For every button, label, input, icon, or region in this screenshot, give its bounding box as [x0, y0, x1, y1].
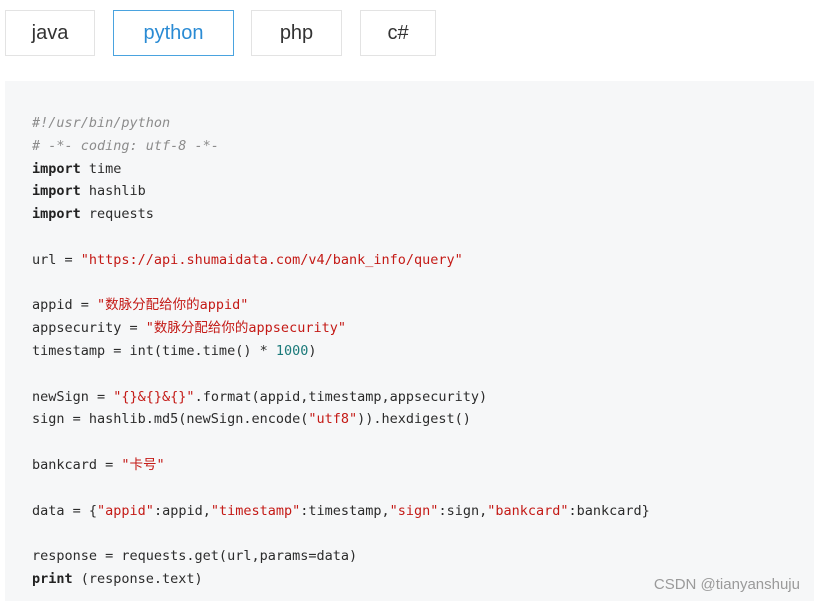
tab-csharp[interactable]: c#: [360, 10, 436, 56]
data-key-timestamp: "timestamp": [210, 502, 301, 519]
code-line: # -*- coding: utf-8 -*-: [32, 135, 650, 158]
newsign-format-string: "{}&{}&{}": [113, 388, 195, 405]
data-value-bankcard: :bankcard}: [568, 502, 650, 519]
sign-encoding-string: "utf8": [308, 411, 358, 428]
module-time: time: [80, 160, 122, 177]
appid-string: "数脉分配给你的appid": [97, 297, 249, 314]
appsecurity-string: "数脉分配给你的appsecurity": [145, 320, 346, 337]
data-key-sign: "sign": [389, 502, 439, 519]
sign-assign: sign = hashlib.md5(newSign.encode(: [32, 411, 309, 428]
keyword-import: import: [32, 183, 81, 200]
newsign-format-call: .format(appid,timestamp,appsecurity): [194, 388, 488, 405]
data-key-appid: "appid": [97, 502, 154, 519]
comment-coding: # -*- coding: utf-8 -*-: [32, 137, 219, 154]
code-line: response = requests.get(url,params=data): [32, 545, 650, 568]
watermark: CSDN @tianyanshuju: [653, 576, 800, 593]
data-value-timestamp: :timestamp,: [300, 502, 390, 519]
comment-shebang: #!/usr/bin/python: [32, 115, 171, 131]
code-line: data = {"appid":appid,"timestamp":timest…: [32, 500, 650, 523]
response-line: response = requests.get(url,params=data): [32, 548, 358, 565]
url-string: "https://api.shumaidata.com/v4/bank_info…: [80, 251, 463, 268]
print-arg: (response.text): [72, 570, 203, 587]
code-block: #!/usr/bin/python # -*- coding: utf-8 -*-…: [32, 112, 650, 591]
code-line: import requests: [32, 203, 650, 226]
timestamp-number: 1000: [275, 342, 309, 359]
code-line: import time: [32, 158, 650, 181]
code-line: print (response.text): [32, 568, 650, 591]
code-line: sign = hashlib.md5(newSign.encode("utf8"…: [32, 408, 650, 431]
code-line: appid = "数脉分配给你的appid": [32, 294, 650, 317]
keyword-import: import: [32, 206, 81, 223]
tab-java[interactable]: java: [5, 10, 95, 56]
timestamp-close: ): [308, 342, 317, 359]
appid-assign: appid =: [32, 297, 98, 314]
keyword-print: print: [32, 570, 73, 587]
code-line: timestamp = int(time.time() * 1000): [32, 340, 650, 363]
timestamp-assign: timestamp = int(time.time() *: [32, 342, 276, 359]
code-line: appsecurity = "数脉分配给你的appsecurity": [32, 317, 650, 340]
bankcard-assign: bankcard =: [32, 456, 122, 473]
data-value-appid: :appid,: [153, 502, 211, 519]
sign-hexdigest: )).hexdigest(): [357, 411, 471, 428]
module-hashlib: hashlib: [80, 183, 146, 200]
newsign-assign: newSign =: [32, 388, 114, 405]
tab-php[interactable]: php: [251, 10, 342, 56]
keyword-import: import: [32, 160, 81, 177]
data-assign: data = {: [32, 502, 98, 519]
code-line: bankcard = "卡号": [32, 454, 650, 477]
data-key-bankcard: "bankcard": [487, 502, 569, 519]
code-line: import hashlib: [32, 180, 650, 203]
bankcard-string: "卡号": [121, 456, 165, 473]
appsecurity-assign: appsecurity =: [32, 320, 146, 337]
code-panel: #!/usr/bin/python # -*- coding: utf-8 -*-…: [5, 81, 814, 601]
data-value-sign: :sign,: [438, 502, 488, 519]
code-line: newSign = "{}&{}&{}".format(appid,timest…: [32, 386, 650, 409]
code-line: url = "https://api.shumaidata.com/v4/ban…: [32, 249, 650, 272]
module-requests: requests: [80, 206, 154, 223]
url-assign: url =: [32, 251, 81, 268]
tab-python[interactable]: python: [113, 10, 234, 56]
code-line: #!/usr/bin/python: [32, 112, 650, 135]
